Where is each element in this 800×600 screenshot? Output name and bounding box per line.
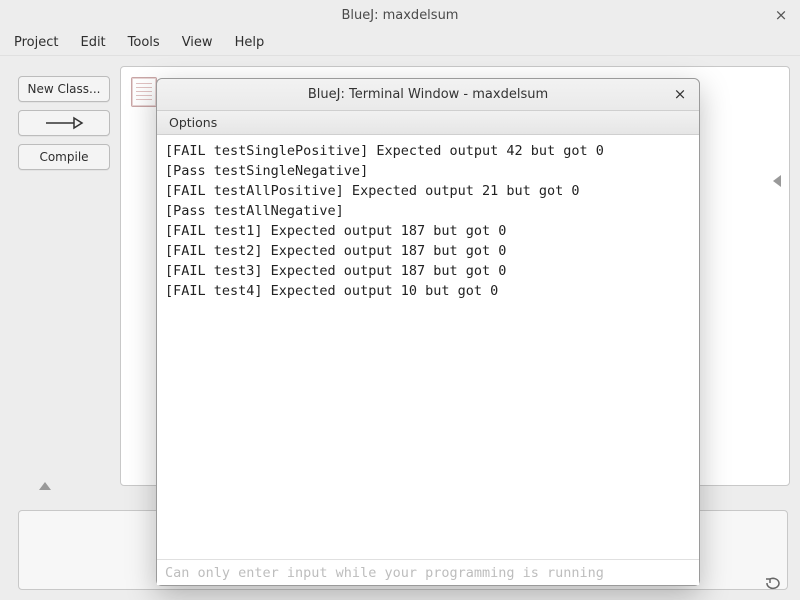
terminal-input-area: Can only enter input while your programm… [157, 559, 699, 585]
loop-icon [764, 576, 786, 590]
readme-icon[interactable] [131, 77, 157, 107]
arrow-right-icon [44, 116, 84, 130]
terminal-line: [FAIL test3] Expected output 187 but got… [165, 263, 506, 279]
terminal-line: [FAIL test2] Expected output 187 but got… [165, 243, 506, 259]
new-class-button[interactable]: New Class... [18, 76, 110, 102]
compile-button[interactable]: Compile [18, 144, 110, 170]
new-class-label: New Class... [27, 82, 100, 96]
terminal-menubar: Options [157, 111, 699, 135]
terminal-line: [Pass testAllNegative] [165, 203, 344, 219]
main-menubar: Project Edit Tools View Help [0, 30, 800, 56]
panel-collapse-right[interactable] [772, 174, 782, 426]
terminal-window: BlueJ: Terminal Window - maxdelsum × Opt… [156, 78, 700, 586]
triangle-up-icon [38, 481, 52, 491]
terminal-line: [FAIL test1] Expected output 187 but got… [165, 223, 506, 239]
main-titlebar: BlueJ: maxdelsum × [0, 0, 800, 30]
menu-help[interactable]: Help [235, 35, 265, 50]
terminal-menu-options[interactable]: Options [169, 115, 217, 130]
terminal-line: [FAIL testAllPositive] Expected output 2… [165, 183, 580, 199]
terminal-line: [Pass testSingleNegative] [165, 163, 368, 179]
menu-edit[interactable]: Edit [80, 35, 105, 50]
terminal-titlebar[interactable]: BlueJ: Terminal Window - maxdelsum × [157, 79, 699, 111]
inherit-button[interactable] [18, 110, 110, 136]
status-indicator [764, 576, 786, 594]
main-window: BlueJ: maxdelsum × Project Edit Tools Vi… [0, 0, 800, 600]
terminal-line: [FAIL testSinglePositive] Expected outpu… [165, 143, 604, 159]
menu-tools[interactable]: Tools [128, 35, 160, 50]
menu-project[interactable]: Project [14, 35, 58, 50]
triangle-left-icon [772, 174, 782, 188]
main-close-button[interactable]: × [772, 6, 790, 24]
terminal-close-button[interactable]: × [671, 86, 689, 104]
terminal-output[interactable]: [FAIL testSinglePositive] Expected outpu… [157, 135, 699, 559]
compile-label: Compile [39, 150, 88, 164]
panel-collapse-left[interactable] [38, 480, 52, 495]
main-title: BlueJ: maxdelsum [342, 8, 459, 23]
terminal-input-hint: Can only enter input while your programm… [165, 565, 604, 581]
terminal-line: [FAIL test4] Expected output 10 but got … [165, 283, 498, 299]
terminal-title: BlueJ: Terminal Window - maxdelsum [308, 87, 548, 102]
menu-view[interactable]: View [182, 35, 213, 50]
